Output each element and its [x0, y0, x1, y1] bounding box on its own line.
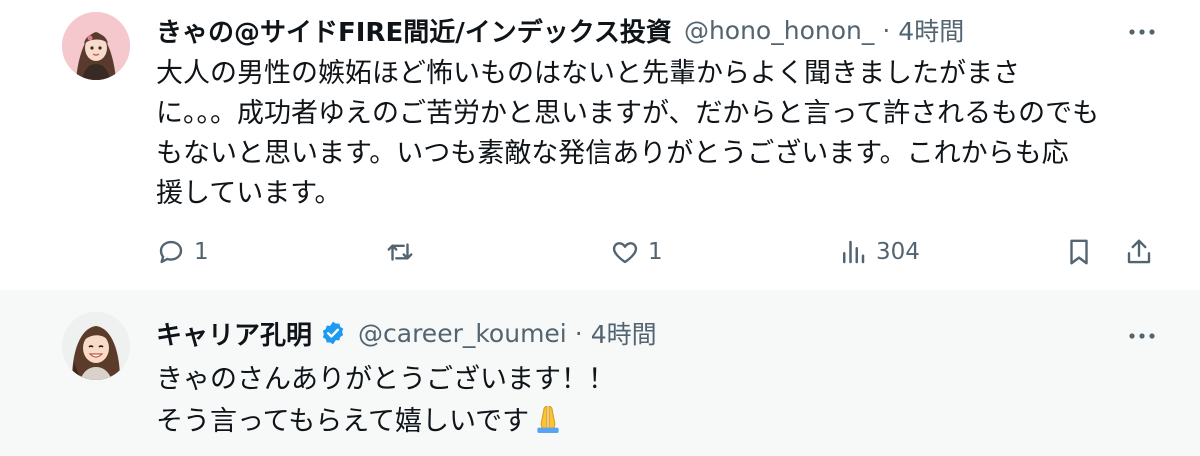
avatar[interactable] [62, 312, 130, 380]
post-text: きゃのさんありがとうございます！！ そう言ってもらえて嬉しいです [156, 360, 1156, 446]
post-timestamp[interactable]: 4時間 [898, 12, 964, 48]
post-text-line-with-emoji: そう言ってもらえて嬉しいです [156, 400, 1156, 446]
share-icon [1124, 237, 1154, 267]
post-original[interactable]: きゃの@サイドFIRE間近/インデックス投資 @hono_honon_ · 4時… [0, 0, 1200, 290]
like-count: 1 [648, 239, 663, 265]
bookmark-icon [1064, 237, 1094, 267]
reply-count: 1 [194, 239, 209, 265]
author-handle[interactable]: @career_koumei [358, 319, 567, 348]
post-timestamp[interactable]: 4時間 [591, 315, 657, 351]
post-text-line: きゃのさんありがとうございます！！ [156, 364, 615, 395]
repost-icon [384, 237, 416, 267]
post-header: キャリア孔明 @career_koumei · 4時間 [156, 313, 657, 353]
more-icon[interactable] [1124, 318, 1160, 354]
views-count: 304 [876, 239, 920, 265]
share-button[interactable] [1124, 230, 1154, 274]
reply-button[interactable]: 1 [156, 230, 209, 274]
action-bar: 1 1 304 [156, 230, 1160, 274]
author-name[interactable]: きゃの@サイドFIRE間近/インデックス投資 [156, 12, 672, 49]
post-text: 大人の男性の嫉妬ほど怖いものはないと先輩からよく聞きましたがまさ に。。。成功者… [156, 54, 1156, 214]
post-text-line: もないと思います。いつも素敵な発信ありがとうございます。これからも応 [156, 138, 1069, 169]
views-button[interactable]: 304 [838, 230, 920, 274]
author-handle[interactable]: @hono_honon_ [684, 16, 874, 45]
folded-hands-emoji [531, 400, 565, 446]
like-icon [610, 237, 640, 267]
separator-dot: · [882, 15, 891, 45]
separator-dot: · [574, 318, 583, 348]
views-icon [838, 237, 868, 267]
more-icon[interactable] [1124, 14, 1160, 50]
bookmark-button[interactable] [1064, 230, 1094, 274]
repost-button[interactable] [384, 230, 424, 274]
verified-badge-icon[interactable] [320, 320, 346, 346]
author-name[interactable]: キャリア孔明 [156, 315, 312, 352]
post-header: きゃの@サイドFIRE間近/インデックス投資 @hono_honon_ · 4時… [156, 10, 964, 50]
avatar[interactable] [62, 12, 130, 80]
like-button[interactable]: 1 [610, 230, 663, 274]
post-text-line: 大人の男性の嫉妬ほど怖いものはないと先輩からよく聞きましたがまさ [156, 58, 1020, 89]
reply-icon [156, 237, 186, 267]
post-text-line: 援しています。 [156, 178, 342, 209]
post-text-line: に。。。成功者ゆえのご苦労かと思いますが、だからと言って許されるものでも [156, 98, 1100, 129]
post-text-line: そう言ってもらえて嬉しいです [156, 406, 530, 437]
